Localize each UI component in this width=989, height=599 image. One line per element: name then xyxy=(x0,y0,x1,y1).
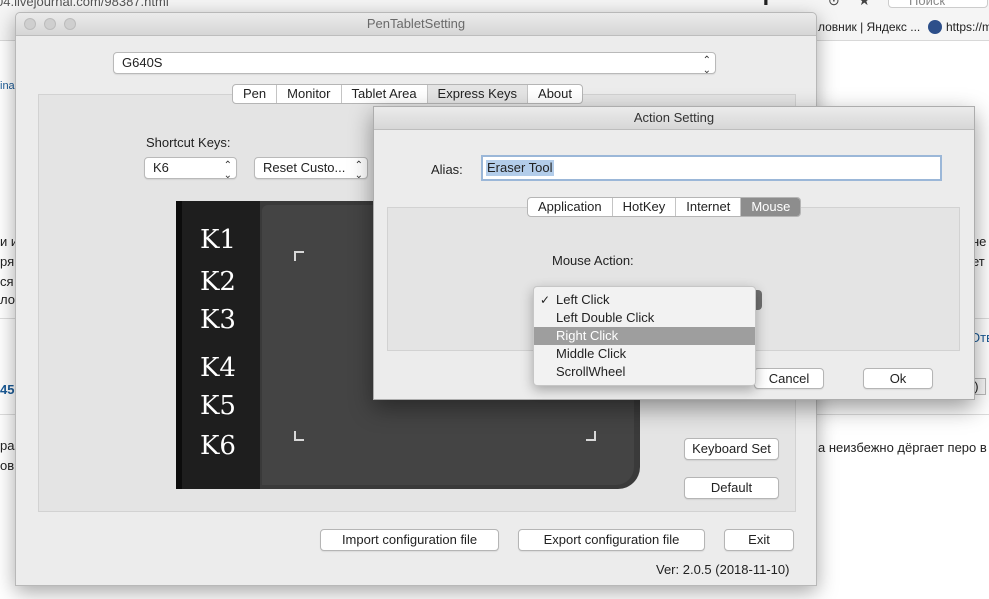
divider xyxy=(0,414,15,415)
chevron-updown-icon: ⌃ ⌄ xyxy=(223,160,232,181)
express-key-k4[interactable]: K4 xyxy=(200,353,236,383)
menu-item-label: Right Click xyxy=(556,328,619,343)
page-fragment: ов xyxy=(0,458,15,473)
keyboard-set-button[interactable]: Keyboard Set xyxy=(684,438,779,460)
express-key-k3[interactable]: K3 xyxy=(200,305,236,335)
ok-button[interactable]: Ok xyxy=(863,368,933,389)
corner-mark xyxy=(294,431,304,441)
tablet-edge xyxy=(176,201,182,489)
tab-pen[interactable]: Pen xyxy=(233,85,278,103)
alias-input-value: Eraser Tool xyxy=(486,160,554,176)
tab-internet[interactable]: Internet xyxy=(676,198,742,216)
import-config-button[interactable]: Import configuration file xyxy=(320,529,499,551)
star-icon[interactable]: ★ xyxy=(858,0,871,9)
checkmark-icon: ✓ xyxy=(540,293,551,307)
history-icon[interactable]: ⊙ xyxy=(828,0,840,9)
corner-mark xyxy=(294,251,304,261)
page-body-text: а неизбежно дёргает перо в xyxy=(818,440,987,455)
menu-item-middle-click[interactable]: Middle Click xyxy=(534,345,755,363)
tab-express-keys[interactable]: Express Keys xyxy=(427,85,529,103)
menu-item-label: Left Double Click xyxy=(556,310,655,325)
key-select-value: K6 xyxy=(153,160,169,175)
corner-mark xyxy=(586,431,596,441)
browser-url[interactable]: 04.livejournal.com/98387.html xyxy=(0,0,169,9)
shortcut-keys-label: Shortcut Keys: xyxy=(146,135,231,150)
menu-item-label: Left Click xyxy=(556,292,610,307)
tab-about[interactable]: About xyxy=(528,85,582,103)
main-tabs: Pen Monitor Tablet Area Express Keys Abo… xyxy=(232,84,584,104)
menu-item-label: Middle Click xyxy=(556,346,627,361)
default-button[interactable]: Default xyxy=(684,477,779,499)
alias-label: Alias: xyxy=(431,162,463,177)
menu-item-left-double-click[interactable]: Left Double Click xyxy=(534,309,755,327)
page-fragment: 45 xyxy=(0,382,15,397)
divider xyxy=(816,414,989,415)
mouse-action-label: Mouse Action: xyxy=(552,253,634,268)
dialog-title: Action Setting xyxy=(374,107,974,130)
tab-tablet-area[interactable]: Tablet Area xyxy=(342,85,428,103)
traffic-light-close-icon[interactable] xyxy=(24,18,36,30)
export-config-button[interactable]: Export configuration file xyxy=(518,529,705,551)
menu-item-right-click[interactable]: Right Click xyxy=(534,327,755,345)
window-title: PenTabletSetting xyxy=(366,16,466,31)
tab-monitor[interactable]: Monitor xyxy=(277,85,342,103)
bookmark-https[interactable]: https://m xyxy=(946,20,989,34)
action-tabs: Application HotKey Internet Mouse xyxy=(527,197,802,217)
cancel-button[interactable]: Cancel xyxy=(754,368,824,389)
chevron-updown-icon: ⌃ ⌄ xyxy=(354,160,363,181)
traffic-light-minimize-icon[interactable] xyxy=(44,18,56,30)
device-select[interactable]: G640S ⌃ ⌄ xyxy=(113,52,716,76)
chevron-updown-icon: ⌃ ⌄ xyxy=(702,55,711,76)
tab-mouse[interactable]: Mouse xyxy=(741,198,801,216)
menu-item-left-click[interactable]: ✓ Left Click xyxy=(534,291,755,309)
window-titlebar: PenTabletSetting xyxy=(16,13,816,36)
divider xyxy=(0,318,15,319)
browser-search-input[interactable]: Поиск xyxy=(888,0,988,8)
express-keys-strip: K1 K2 K3 K4 K5 K6 xyxy=(176,201,260,489)
traffic-light-zoom-icon[interactable] xyxy=(64,18,76,30)
tab-application[interactable]: Application xyxy=(528,198,613,216)
bookmark-yandex[interactable]: ловник | Яндекс ... xyxy=(818,20,920,34)
mouse-action-menu: ✓ Left Click Left Double Click Right Cli… xyxy=(533,286,756,386)
reset-custom-select[interactable]: Reset Custo... ⌃ ⌄ xyxy=(254,157,368,181)
device-select-value: G640S xyxy=(122,55,163,70)
express-key-k1[interactable]: K1 xyxy=(200,225,236,255)
key-select[interactable]: K6 ⌃ ⌄ xyxy=(144,157,237,181)
alias-input[interactable]: Eraser Tool xyxy=(481,155,942,181)
menu-item-scrollwheel[interactable]: ScrollWheel xyxy=(534,363,755,381)
share-icon[interactable]: ⬆ xyxy=(760,0,772,9)
menu-item-label: ScrollWheel xyxy=(556,364,626,379)
globe-icon xyxy=(928,20,942,34)
reset-custom-select-value: Reset Custo... xyxy=(263,160,346,175)
tab-hotkey[interactable]: HotKey xyxy=(613,198,677,216)
page-fragment: ina xyxy=(0,80,15,92)
express-key-k2[interactable]: K2 xyxy=(200,267,236,297)
express-key-k6[interactable]: K6 xyxy=(200,431,236,461)
exit-button[interactable]: Exit xyxy=(724,529,794,551)
express-key-k5[interactable]: K5 xyxy=(200,391,236,421)
version-text: Ver: 2.0.5 (2018-11-10) xyxy=(656,562,790,577)
page-fragment: ся xyxy=(0,274,14,289)
